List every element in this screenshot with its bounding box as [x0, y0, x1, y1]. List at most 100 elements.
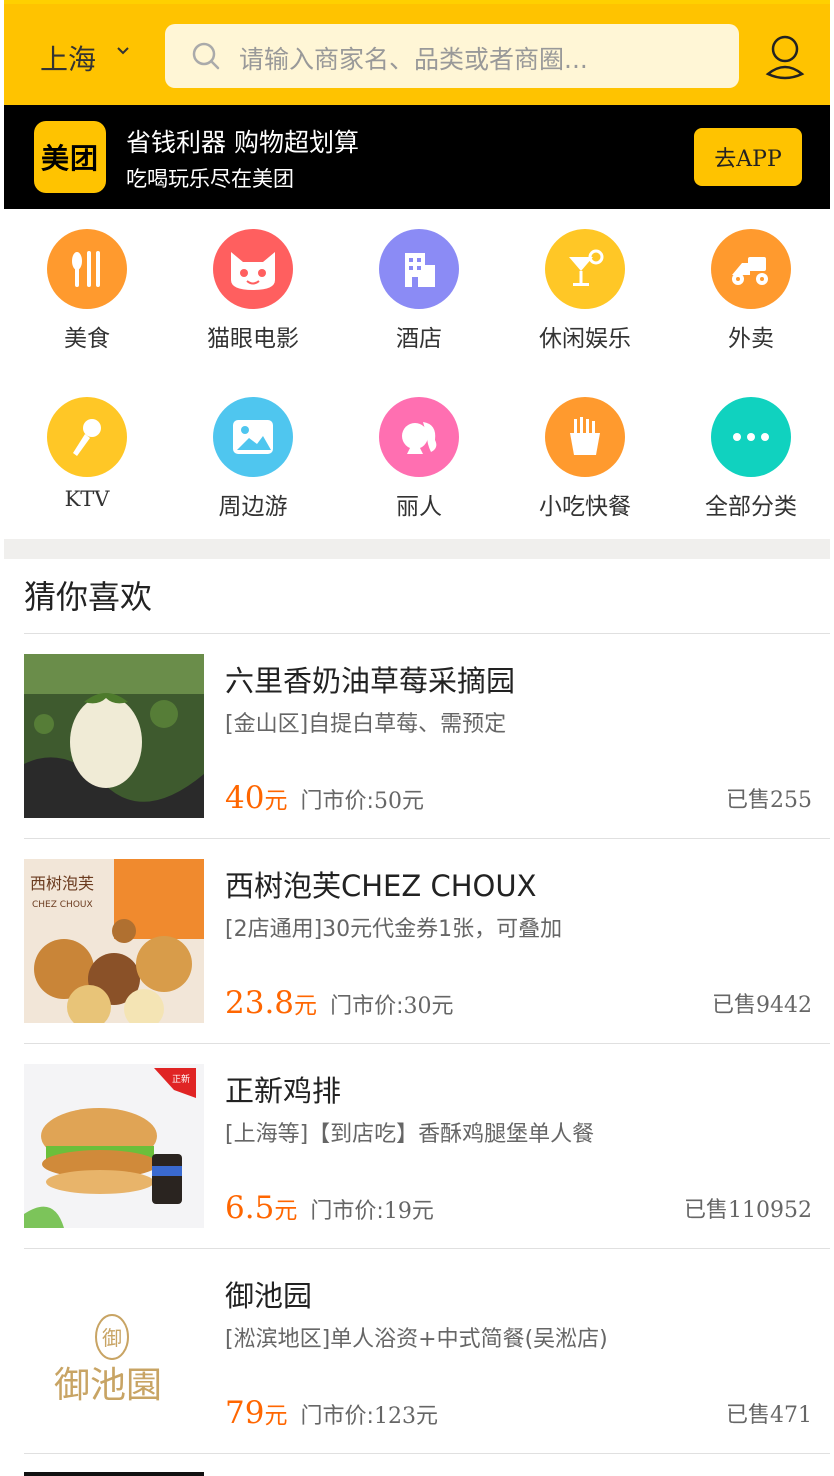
market-unit: 元	[415, 1404, 438, 1429]
deal-item[interactable]: 御 御池園 御池园 [淞滨地区]单人浴资+中式简餐(吴淞店) 79元 门市价:1…	[24, 1249, 830, 1454]
market-price: 门市价:19元	[310, 1199, 433, 1224]
hotel-icon	[379, 229, 459, 309]
category-label: 全部分类	[705, 494, 797, 520]
price-unit: 元	[264, 1403, 288, 1429]
banner-subtitle: 吃喝玩乐尽在美团	[126, 167, 294, 191]
sold-label: 已售	[711, 993, 756, 1018]
deal-item[interactable]: 六里香奶油草莓采摘园 [金山区]自提白草莓、需预定 40元 门市价:50元 已售…	[24, 634, 830, 839]
section-divider	[4, 539, 830, 559]
deal-price: 40元 门市价:50元	[225, 780, 424, 816]
top-header: 上海 请输入商家名、品类或者商圈...	[4, 0, 830, 105]
search-input[interactable]: 请输入商家名、品类或者商圈...	[165, 24, 739, 88]
yuchi-name-text: 御池園	[54, 1365, 162, 1406]
sold-value: 255	[770, 788, 812, 813]
woman-icon	[379, 397, 459, 477]
market-price: 门市价:123元	[301, 1404, 438, 1429]
category-snacks[interactable]: 小吃快餐	[502, 397, 668, 521]
market-price: 门市价:30元	[330, 994, 453, 1019]
chevron-down-icon[interactable]	[116, 44, 130, 58]
market-value: 30	[403, 994, 432, 1019]
market-label: 门市价:	[300, 1404, 374, 1429]
choux-brand-en-text: CHEZ CHOUX	[32, 900, 93, 910]
sold-label: 已售	[684, 1198, 729, 1223]
market-label: 门市价:	[310, 1199, 384, 1224]
market-value: 123	[373, 1404, 416, 1429]
category-beauty[interactable]: 丽人	[336, 397, 502, 521]
search-icon	[192, 42, 220, 70]
open-app-button[interactable]: 去APP	[694, 128, 802, 186]
category-nearby-travel[interactable]: 周边游	[170, 397, 336, 521]
deal-price: 23.8元 门市价:30元	[225, 985, 454, 1021]
choux-brand-text: 西树泡芙	[30, 874, 94, 893]
category-movie[interactable]: 猫眼电影	[170, 229, 336, 353]
deal-desc: [淞滨地区]单人浴资+中式简餐(吴淞店)	[225, 1327, 608, 1352]
scooter-icon	[711, 229, 791, 309]
market-unit: 元	[431, 994, 454, 1019]
category-label: 猫眼电影	[207, 326, 299, 352]
market-unit: 元	[411, 1199, 434, 1224]
landscape-icon	[213, 397, 293, 477]
fork-knife-icon	[47, 229, 127, 309]
sold-count: 已售255	[726, 782, 812, 814]
category-label: 小吃快餐	[539, 494, 631, 520]
category-label: 休闲娱乐	[539, 326, 631, 352]
price-value: 6.5	[225, 1190, 275, 1226]
price-value: 40	[225, 780, 265, 816]
market-price: 门市价:50元	[301, 789, 424, 814]
chicken-tag-text: 正新	[172, 1073, 190, 1085]
deal-thumbnail-partial	[24, 1472, 204, 1476]
divider	[24, 1453, 830, 1454]
sold-value: 471	[770, 1403, 812, 1428]
cocktail-icon	[545, 229, 625, 309]
sold-label: 已售	[725, 1403, 770, 1428]
deal-thumbnail-choux: 西树泡芙 CHEZ CHOUX	[24, 859, 204, 1023]
market-value: 50	[373, 789, 402, 814]
microphone-icon	[47, 397, 127, 477]
meituan-logo: 美团	[34, 121, 106, 193]
section-title: 猜你喜欢	[24, 578, 153, 616]
category-label: 外卖	[728, 326, 774, 352]
deal-desc: [上海等]【到店吃】香酥鸡腿堡单人餐	[225, 1122, 595, 1147]
market-value: 19	[383, 1199, 412, 1224]
deal-item[interactable]: 西树泡芙 CHEZ CHOUX 西树泡芙 CHEZ CHOUX [2店通用]30元…	[24, 839, 830, 1044]
price-value: 23.8	[225, 985, 295, 1021]
category-grid: 美食 猫眼电影 酒店 休闲娱乐 外卖 KTV 周边游 丽人 小吃快餐 全部分类	[4, 209, 830, 539]
sold-count: 已售110952	[684, 1192, 812, 1224]
market-label: 门市价:	[330, 994, 404, 1019]
deal-thumbnail-chicken: 正新	[24, 1064, 204, 1228]
category-takeout[interactable]: 外卖	[668, 229, 830, 353]
price-unit: 元	[294, 993, 318, 1019]
category-all[interactable]: 全部分类	[668, 397, 830, 521]
category-label: 美食	[64, 326, 110, 352]
sold-value: 110952	[728, 1198, 812, 1223]
city-selector[interactable]: 上海	[40, 38, 96, 78]
price-unit: 元	[274, 1198, 298, 1224]
deal-thumbnail-strawberry	[24, 654, 204, 818]
price-value: 79	[225, 1395, 265, 1431]
market-unit: 元	[401, 789, 424, 814]
sold-value: 9442	[756, 993, 812, 1018]
category-label: 丽人	[396, 494, 442, 520]
banner-title: 省钱利器 购物超划算	[126, 128, 359, 157]
fries-icon	[545, 397, 625, 477]
category-food[interactable]: 美食	[4, 229, 170, 353]
deal-price: 79元 门市价:123元	[225, 1395, 438, 1431]
sold-count: 已售471	[726, 1397, 812, 1429]
deal-item[interactable]: 正新 正新鸡排 [上海等]【到店吃】香酥鸡腿堡单人餐 6.5元 门市价:19元 …	[24, 1044, 830, 1249]
sold-label: 已售	[725, 788, 770, 813]
category-leisure[interactable]: 休闲娱乐	[502, 229, 668, 353]
price-unit: 元	[264, 788, 288, 814]
category-label: KTV	[64, 487, 110, 511]
market-label: 门市价:	[300, 789, 374, 814]
category-label: 酒店	[396, 326, 442, 352]
category-label: 周边游	[218, 494, 288, 520]
user-icon[interactable]	[764, 34, 806, 80]
deal-name: 六里香奶油草莓采摘园	[225, 664, 516, 698]
deal-name: 正新鸡排	[225, 1074, 342, 1108]
category-ktv[interactable]: KTV	[4, 397, 170, 511]
search-placeholder: 请输入商家名、品类或者商圈...	[239, 45, 588, 74]
page: 上海 请输入商家名、品类或者商圈... 美团 省钱利器 购物超划算 吃喝玩乐尽在…	[4, 0, 830, 1476]
deal-desc: [2店通用]30元代金券1张，可叠加	[225, 917, 563, 942]
sold-count: 已售9442	[712, 987, 812, 1019]
category-hotel[interactable]: 酒店	[336, 229, 502, 353]
